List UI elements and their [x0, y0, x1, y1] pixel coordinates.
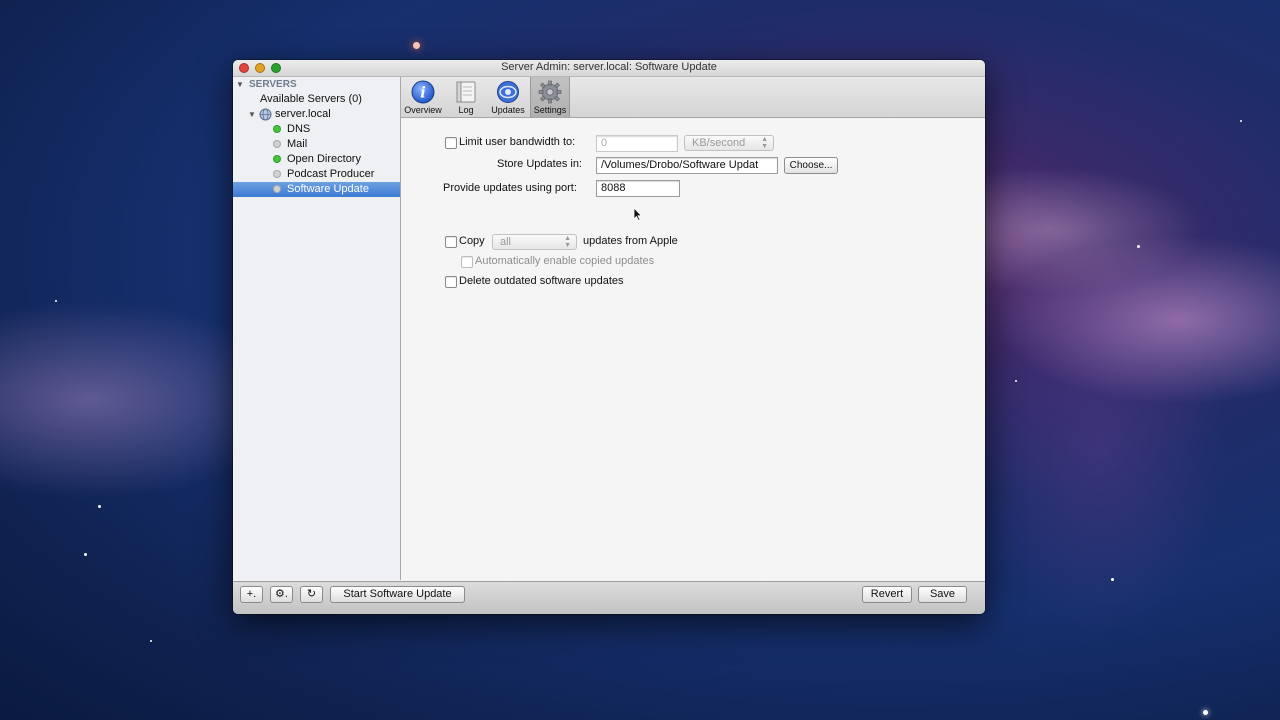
store-updates-label: Store Updates in: — [497, 158, 582, 170]
sidebar-item-open-directory[interactable]: Open Directory — [233, 152, 400, 167]
status-green-icon — [273, 125, 281, 133]
save-button[interactable]: Save — [918, 586, 967, 603]
copy-option-value: all — [500, 236, 512, 248]
status-gray-icon — [273, 140, 281, 148]
auto-enable-checkbox[interactable] — [461, 256, 473, 268]
tab-label: Log — [458, 105, 474, 115]
sidebar-item-label: Open Directory — [287, 153, 361, 165]
desktop-star — [1240, 120, 1242, 122]
disclosure-triangle-icon[interactable]: ▼ — [248, 107, 256, 122]
bandwidth-unit-value: KB/second — [692, 137, 746, 149]
bandwidth-unit-select[interactable]: KB/second ▲ ▼ — [684, 135, 774, 151]
action-menu-button[interactable]: ⚙. — [270, 586, 293, 603]
copy-label: Copy — [459, 235, 485, 247]
desktop-star — [1137, 245, 1140, 248]
desktop-star — [413, 42, 420, 49]
gear-icon — [538, 80, 562, 104]
tab-settings[interactable]: Settings — [530, 77, 570, 117]
tab-label: Settings — [533, 105, 567, 115]
tab-label: Updates — [491, 105, 525, 115]
desktop-star — [1203, 710, 1208, 715]
status-green-icon — [273, 155, 281, 163]
log-icon — [456, 81, 476, 103]
copy-updates-checkbox[interactable] — [445, 236, 457, 248]
desktop-star — [98, 505, 101, 508]
sidebar-item-software-update[interactable]: Software Update — [233, 182, 400, 197]
port-input[interactable]: 8088 — [596, 180, 680, 197]
copy-option-select[interactable]: all ▲ ▼ — [492, 234, 577, 250]
sidebar-header-label: SERVERS — [249, 79, 297, 90]
disclosure-triangle-icon[interactable]: ▼ — [236, 77, 244, 92]
refresh-button[interactable]: ↻ — [300, 586, 323, 603]
desktop-star — [84, 553, 87, 556]
add-button[interactable]: +. — [240, 586, 263, 603]
sidebar-item-podcast-producer[interactable]: Podcast Producer — [233, 167, 400, 182]
sidebar-item-label: Available Servers (0) — [260, 93, 362, 105]
sidebar-item-label: server.local — [275, 108, 331, 120]
popup-arrows-icon: ▲ ▼ — [761, 136, 768, 150]
limit-bandwidth-label: Limit user bandwidth to: — [459, 136, 576, 148]
bandwidth-input[interactable]: 0 — [596, 135, 678, 152]
tab-log[interactable]: Log — [446, 77, 486, 117]
desktop-star — [150, 640, 152, 642]
sidebar-item-label: DNS — [287, 123, 311, 135]
auto-enable-label: Automatically enable copied updates — [475, 255, 655, 267]
mouse-pointer-icon — [633, 207, 643, 221]
settings-pane: Limit user bandwidth to: 0 KB/second ▲ ▼ … — [401, 118, 985, 580]
sidebar-item-label: Mail — [287, 138, 308, 150]
limit-bandwidth-checkbox[interactable] — [445, 137, 457, 149]
status-gray-icon — [273, 170, 281, 178]
tab-updates[interactable]: Updates — [488, 77, 528, 117]
sidebar-item-label: Podcast Producer — [287, 168, 375, 180]
popup-arrows-icon: ▲ ▼ — [564, 235, 571, 249]
sidebar-item-label: Software Update — [287, 183, 369, 195]
store-path-input[interactable]: /Volumes/Drobo/Software Updat — [596, 157, 778, 174]
sidebar-item-server[interactable]: ▼ server.local — [233, 107, 400, 122]
sidebar-item-dns[interactable]: DNS — [233, 122, 400, 137]
desktop-star — [55, 300, 57, 302]
desktop-star — [1015, 380, 1017, 382]
server-admin-window: Server Admin: server.local: Software Upd… — [233, 60, 985, 614]
delete-outdated-checkbox[interactable] — [445, 276, 457, 288]
title-bar[interactable]: Server Admin: server.local: Software Upd… — [233, 60, 985, 77]
sidebar-item-available-servers[interactable]: Available Servers (0) — [233, 92, 400, 107]
sidebar: ▼ SERVERS Available Servers (0) ▼ server… — [233, 77, 401, 580]
sidebar-item-mail[interactable]: Mail — [233, 137, 400, 152]
svg-text:i: i — [420, 84, 426, 102]
revert-button[interactable]: Revert — [862, 586, 912, 603]
server-globe-icon — [259, 108, 272, 121]
status-gray-icon — [273, 185, 281, 193]
start-software-update-button[interactable]: Start Software Update — [330, 586, 465, 603]
delete-outdated-label: Delete outdated software updates — [459, 275, 624, 287]
bottom-bar: +. ⚙. ↻ Start Software Update Revert Sav… — [233, 581, 985, 614]
toolbar: i Overview Log Updates Settings — [401, 77, 985, 118]
tab-label: Overview — [404, 105, 442, 115]
updates-icon — [497, 81, 519, 103]
window-title: Server Admin: server.local: Software Upd… — [501, 61, 717, 73]
tab-overview[interactable]: i Overview — [403, 77, 443, 117]
choose-button[interactable]: Choose... — [784, 157, 838, 174]
port-label: Provide updates using port: — [443, 182, 577, 194]
sidebar-header: ▼ SERVERS — [233, 77, 400, 92]
updates-from-apple-label: updates from Apple — [583, 235, 678, 247]
info-icon: i — [411, 80, 435, 104]
desktop-star — [1111, 578, 1114, 581]
